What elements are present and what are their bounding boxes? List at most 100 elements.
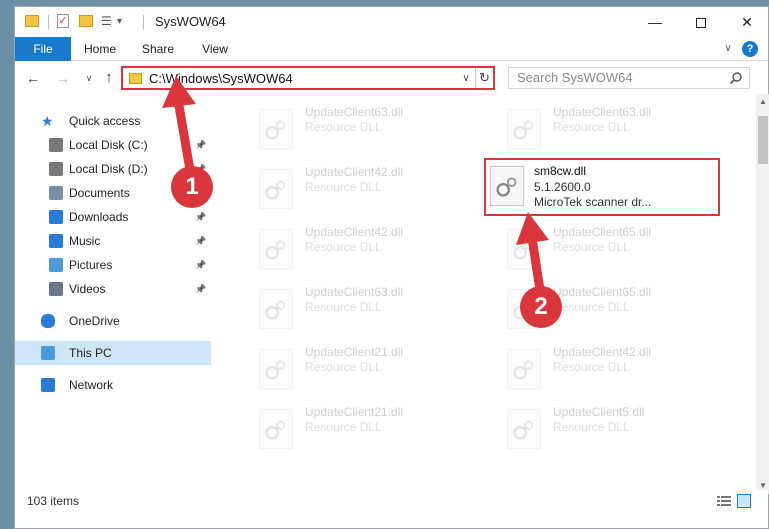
- sidebar-item-label: Pictures: [69, 258, 113, 272]
- file-item[interactable]: UpdateClient65.dll Resource DLL: [479, 279, 715, 333]
- file-type: Resource DLL: [305, 240, 382, 254]
- file-item[interactable]: UpdateClient5.dll Resource DLL: [479, 399, 715, 453]
- step-1-badge: 1: [171, 166, 213, 208]
- sidebar-item-label: OneDrive: [69, 314, 120, 328]
- vertical-scrollbar[interactable]: ▲ ▼: [756, 94, 769, 494]
- back-button[interactable]: ←: [23, 68, 43, 88]
- file-type: Resource DLL: [305, 180, 382, 194]
- file-name: UpdateClient65.dll: [553, 285, 652, 299]
- maximize-icon: [696, 18, 706, 29]
- file-item[interactable]: UpdateClient63.dll Resource DLL: [479, 99, 715, 153]
- minimize-button[interactable]: —: [632, 7, 678, 37]
- address-bar[interactable]: C:\Windows\SysWOW64 ∨ ↻: [121, 66, 495, 90]
- file-name: UpdateClient42.dll: [305, 165, 404, 179]
- pin-icon[interactable]: 📌: [195, 229, 206, 253]
- file-name: UpdateClient63.dll: [553, 105, 652, 119]
- file-type: Resource DLL: [305, 420, 382, 434]
- file-name: UpdateClient5.dll: [553, 405, 645, 419]
- file-item[interactable]: UpdateClient21.dll Resource DLL: [231, 339, 467, 393]
- sidebar-item-downloads[interactable]: Downloads 📌: [15, 205, 211, 229]
- file-item[interactable]: UpdateClient42.dll Resource DLL: [231, 159, 467, 213]
- sidebar-item-label: Videos: [69, 282, 106, 296]
- forward-button[interactable]: →: [53, 68, 73, 88]
- sidebar-item-music[interactable]: Music 📌: [15, 229, 211, 253]
- file-type: Resource DLL: [553, 300, 630, 314]
- navigation-pane: ★ Quick access Local Disk (C:) 📌 Local Disk …: [15, 94, 211, 494]
- sidebar-item-this-pc[interactable]: This PC: [15, 341, 211, 365]
- tab-view[interactable]: View: [197, 37, 233, 61]
- pictures-icon: [49, 258, 63, 272]
- scroll-thumb[interactable]: [758, 116, 768, 164]
- file-name: UpdateClient21.dll: [305, 345, 404, 359]
- dll-file-icon: [259, 349, 293, 389]
- file-item[interactable]: UpdateClient21.dll Resource DLL: [231, 399, 467, 453]
- pin-icon[interactable]: 📌: [195, 205, 206, 229]
- file-name: UpdateClient63.dll: [305, 105, 404, 119]
- up-button[interactable]: ↑: [99, 68, 119, 88]
- details-view-icon[interactable]: [717, 495, 731, 507]
- file-name: UpdateClient42.dll: [305, 225, 404, 239]
- scroll-up-icon[interactable]: ▲: [756, 94, 769, 110]
- dll-file-icon: [507, 349, 541, 389]
- tab-share[interactable]: Share: [139, 37, 177, 61]
- item-count: 103 items: [27, 494, 80, 508]
- expand-ribbon-icon[interactable]: ∨: [720, 41, 736, 57]
- sidebar-item-network[interactable]: Network: [15, 373, 211, 397]
- sidebar-item-label: Network: [69, 378, 114, 392]
- file-type: Resource DLL: [305, 120, 382, 134]
- file-type: Resource DLL: [305, 300, 382, 314]
- file-item[interactable]: UpdateClient65.dll Resource DLL: [479, 219, 715, 273]
- dll-file-icon: [507, 109, 541, 149]
- properties-check-icon[interactable]: ✓: [57, 14, 69, 28]
- sidebar-item-videos[interactable]: Videos 📌: [15, 277, 211, 301]
- file-description: MicroTek scanner dr...: [534, 195, 652, 209]
- maximize-button[interactable]: [678, 7, 724, 37]
- refresh-button[interactable]: ↻: [475, 68, 493, 88]
- navigation-bar: ← → ∨ ↑ C:\Windows\SysWOW64 ∨ ↻ Search S…: [15, 62, 768, 94]
- pin-icon[interactable]: 📌: [195, 253, 206, 277]
- pin-icon[interactable]: 📌: [195, 277, 206, 301]
- tab-home[interactable]: Home: [77, 37, 123, 61]
- star-icon: ★: [41, 113, 54, 129]
- download-icon: [49, 210, 63, 224]
- pin-icon[interactable]: 📌: [195, 133, 206, 157]
- dll-file-icon: [490, 166, 524, 206]
- sidebar-item-onedrive[interactable]: OneDrive: [15, 309, 211, 333]
- help-icon[interactable]: ?: [742, 41, 758, 57]
- file-item[interactable]: UpdateClient63.dll Resource DLL: [231, 279, 467, 333]
- dll-file-icon: [259, 169, 293, 209]
- file-type: Resource DLL: [553, 360, 630, 374]
- file-type: Resource DLL: [553, 120, 630, 134]
- folder-icon[interactable]: [25, 15, 39, 27]
- dll-file-icon: [259, 289, 293, 329]
- address-dropdown-button[interactable]: ∨: [459, 70, 473, 87]
- file-item[interactable]: UpdateClient42.dll Resource DLL: [231, 219, 467, 273]
- search-icon[interactable]: [729, 71, 743, 85]
- tab-file[interactable]: File: [15, 37, 71, 61]
- file-item-sm8cw-dll[interactable]: sm8cw.dll 5.1.2600.0 MicroTek scanner dr..…: [484, 158, 720, 216]
- file-item[interactable]: UpdateClient42.dll Resource DLL: [479, 339, 715, 393]
- step-2-badge: 2: [520, 286, 562, 328]
- drive-icon: [49, 162, 63, 176]
- sidebar-item-label: Local Disk (D:): [69, 162, 148, 176]
- file-name: sm8cw.dll: [534, 164, 587, 178]
- network-icon: [41, 378, 55, 392]
- dll-file-icon: [507, 229, 541, 269]
- sidebar-item-label: Downloads: [69, 210, 129, 224]
- dll-file-icon: [259, 409, 293, 449]
- search-placeholder: Search SysWOW64: [517, 70, 633, 85]
- search-input[interactable]: Search SysWOW64: [508, 67, 750, 89]
- address-path[interactable]: C:\Windows\SysWOW64: [149, 70, 293, 87]
- customize-toolbar-icon[interactable]: ▾: [117, 13, 122, 31]
- new-folder-icon[interactable]: [79, 15, 93, 27]
- close-button[interactable]: ✕: [724, 7, 769, 37]
- properties-icon[interactable]: ☰: [101, 14, 113, 28]
- sidebar-item-local-disk-c[interactable]: Local Disk (C:) 📌: [15, 133, 211, 157]
- sidebar-item-pictures[interactable]: Pictures 📌: [15, 253, 211, 277]
- file-item[interactable]: UpdateClient63.dll Resource DLL: [231, 99, 467, 153]
- tiles-view-icon[interactable]: [737, 494, 751, 508]
- documents-icon: [49, 186, 63, 200]
- recent-locations-button[interactable]: ∨: [79, 68, 99, 88]
- drive-icon: [49, 138, 63, 152]
- sidebar-item-quick-access[interactable]: ★ Quick access: [15, 109, 211, 133]
